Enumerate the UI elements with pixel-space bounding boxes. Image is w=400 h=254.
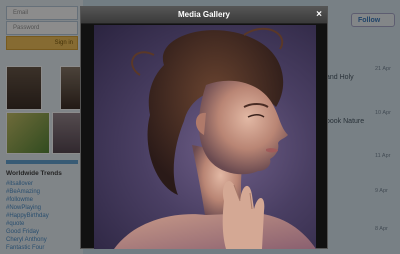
dialog-title: Media Gallery: [177, 10, 231, 19]
portrait-image: [114, 27, 316, 249]
gallery-photo[interactable]: [94, 25, 316, 249]
media-gallery-dialog: Media Gallery ×: [80, 6, 328, 249]
close-icon[interactable]: ×: [316, 9, 322, 20]
dialog-header: Media Gallery ×: [81, 7, 327, 24]
